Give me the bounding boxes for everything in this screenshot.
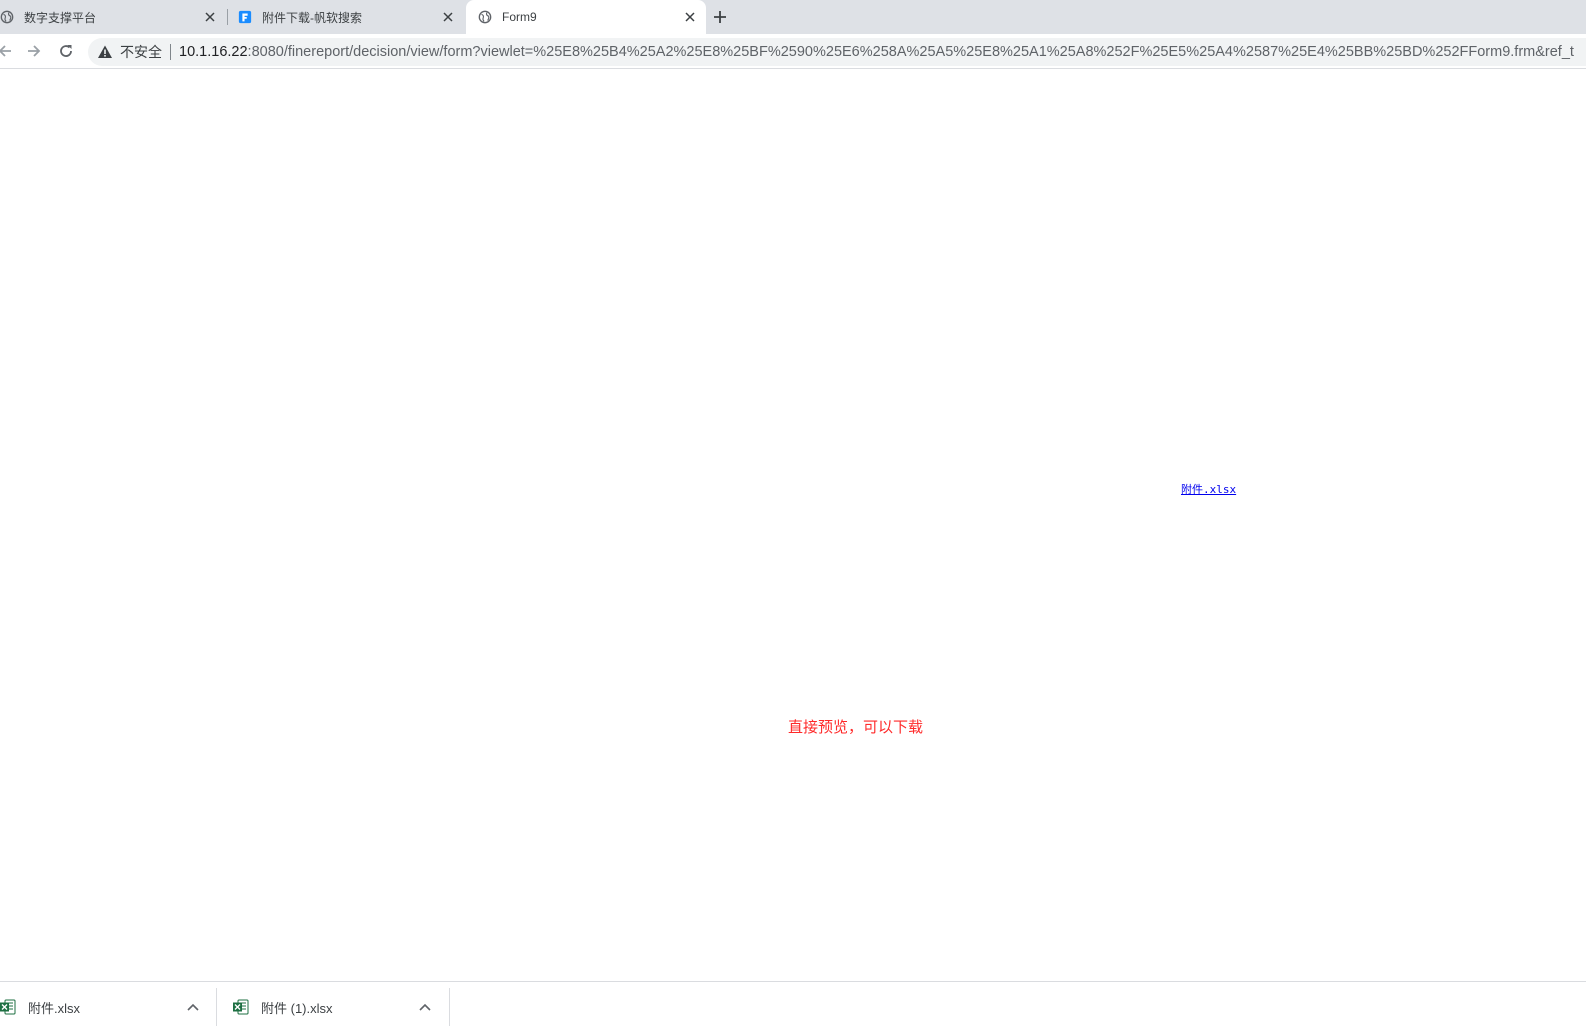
tab-title: 附件下载-帆软搜索 bbox=[262, 10, 362, 25]
preview-note-text: 直接预览，可以下载 bbox=[788, 719, 924, 736]
url-text[interactable]: 10.1.16.22:8080/finereport/decision/view… bbox=[179, 44, 1574, 60]
excel-file-icon bbox=[233, 999, 249, 1015]
download-item[interactable]: 附件 (1).xlsx bbox=[233, 982, 449, 1032]
attachment-link[interactable]: 附件.xlsx bbox=[1181, 481, 1236, 497]
plus-icon bbox=[714, 11, 726, 23]
tab-digital-platform[interactable]: 数字支撑平台 bbox=[0, 0, 226, 34]
tab-title: Form9 bbox=[502, 10, 537, 24]
download-options-button[interactable] bbox=[415, 997, 435, 1017]
tab-strip: 数字支撑平台 附件下载-帆软搜索 Form9 bbox=[0, 0, 1586, 34]
url-host: 10.1.16.22 bbox=[179, 44, 248, 60]
browser-toolbar: 不安全 10.1.16.22:8080/finereport/decision/… bbox=[0, 34, 1586, 69]
omnibox-divider bbox=[170, 44, 171, 60]
download-divider bbox=[216, 988, 217, 1026]
chevron-up-icon bbox=[419, 1003, 431, 1011]
chevron-up-icon bbox=[187, 1003, 199, 1011]
close-icon[interactable] bbox=[202, 9, 218, 25]
fanruan-logo-icon bbox=[238, 10, 252, 24]
download-shelf: 附件.xlsx 附件 (1).xlsx bbox=[0, 981, 1586, 1031]
address-bar[interactable]: 不安全 10.1.16.22:8080/finereport/decision/… bbox=[88, 38, 1586, 66]
tab-form9[interactable]: Form9 bbox=[466, 0, 706, 34]
reload-icon bbox=[60, 45, 72, 57]
security-status-label[interactable]: 不安全 bbox=[120, 42, 162, 62]
globe-icon bbox=[0, 10, 14, 24]
tab-attachment-download[interactable]: 附件下载-帆软搜索 bbox=[228, 0, 464, 34]
page-content: 附件.xlsx 直接预览，可以下载 bbox=[0, 70, 1586, 971]
download-file-name: 附件.xlsx bbox=[28, 1000, 81, 1016]
url-path: :8080/finereport/decision/view/form?view… bbox=[247, 44, 1574, 60]
download-divider bbox=[449, 988, 450, 1026]
tab-title: 数字支撑平台 bbox=[24, 10, 97, 25]
excel-file-icon bbox=[0, 999, 16, 1015]
download-options-button[interactable] bbox=[183, 997, 203, 1017]
download-item[interactable]: 附件.xlsx bbox=[0, 982, 216, 1032]
close-icon[interactable] bbox=[682, 9, 698, 25]
globe-icon bbox=[478, 10, 492, 24]
download-file-name: 附件 (1).xlsx bbox=[261, 1000, 333, 1016]
close-icon[interactable] bbox=[440, 9, 456, 25]
reload-button[interactable] bbox=[55, 40, 77, 62]
arrow-right-icon bbox=[28, 45, 41, 57]
arrow-left-icon bbox=[0, 45, 11, 57]
warning-icon[interactable] bbox=[97, 44, 113, 60]
new-tab-button[interactable] bbox=[708, 5, 732, 29]
forward-button[interactable] bbox=[23, 40, 45, 62]
back-button[interactable] bbox=[0, 40, 16, 62]
